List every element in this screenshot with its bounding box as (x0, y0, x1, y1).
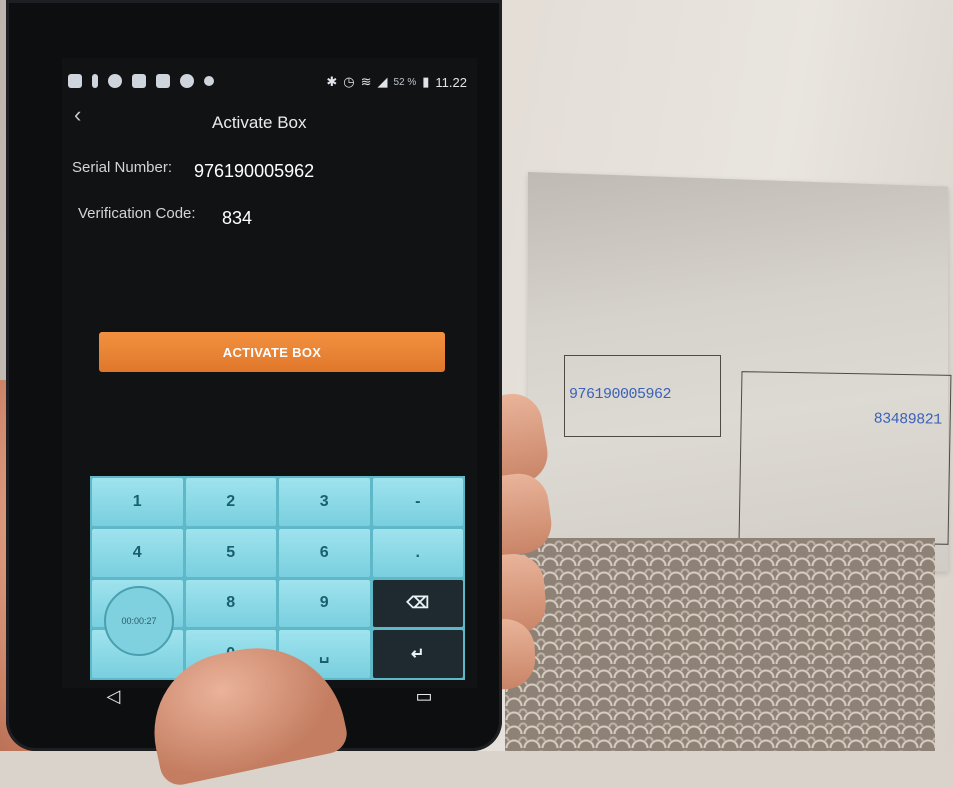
status-bar: ✱ ◷ ≋ ◢ 52 % ▮ 11.22 (68, 74, 473, 96)
patterned-surface (505, 538, 935, 751)
wifi-icon: ≋ (360, 74, 372, 89)
phone-body: ✱ ◷ ≋ ◢ 52 % ▮ 11.22 ‹ Activate Box Seri… (6, 0, 502, 751)
backspace-key-icon[interactable]: ⌫ (372, 579, 463, 628)
key-period[interactable]: . (372, 528, 463, 577)
alarm-icon: ◷ (343, 74, 355, 89)
nav-keyboard-icon[interactable]: ▭ (415, 686, 432, 707)
notification-icon (92, 74, 98, 88)
key-2[interactable]: 2 (185, 478, 276, 526)
notification-icon (108, 74, 122, 88)
key-9[interactable]: 9 (279, 579, 370, 628)
key-5[interactable]: 5 (185, 528, 276, 577)
notification-icon (68, 74, 82, 88)
back-arrow-icon[interactable]: ‹ (74, 104, 90, 126)
verification-code-label: Verification Code: (78, 205, 196, 222)
key-minus[interactable]: - (372, 478, 463, 526)
card-serial-box: 976190005962 (564, 355, 721, 437)
notification-icon (132, 74, 146, 88)
timer-overlay: 00:00:27 (104, 586, 174, 656)
card-code-box: 83489821 (738, 371, 952, 545)
key-1[interactable]: 1 (92, 478, 183, 526)
serial-number-value: 976190005962 (194, 161, 315, 181)
nav-back-icon[interactable]: ◁ (107, 686, 121, 707)
clock: 11.22 (435, 74, 467, 90)
page-title: Activate Box (212, 113, 307, 132)
dot-icon (204, 76, 214, 86)
verification-code-value[interactable]: 834 (222, 208, 252, 229)
serial-number-label: Serial Number: (72, 159, 173, 176)
enter-key-icon[interactable]: ↵ (372, 630, 463, 678)
card-code-text: 83489821 (873, 410, 942, 429)
key-6[interactable]: 6 (279, 528, 370, 577)
battery-icon: ▮ (422, 74, 430, 89)
notification-icons (68, 74, 214, 88)
signal-icon: ◢ (377, 74, 388, 89)
key-3[interactable]: 3 (279, 478, 370, 526)
key-8[interactable]: 8 (185, 579, 276, 628)
skype-icon (180, 74, 194, 88)
activate-box-button[interactable]: ACTIVATE BOX (99, 332, 445, 372)
card-serial-text: 976190005962 (569, 386, 672, 403)
mail-icon (156, 74, 170, 88)
status-right: ✱ ◷ ≋ ◢ 52 % ▮ 11.22 (326, 74, 467, 90)
key-4[interactable]: 4 (92, 528, 183, 577)
battery-percent: 52 % (393, 76, 417, 88)
bluetooth-icon: ✱ (326, 74, 338, 89)
